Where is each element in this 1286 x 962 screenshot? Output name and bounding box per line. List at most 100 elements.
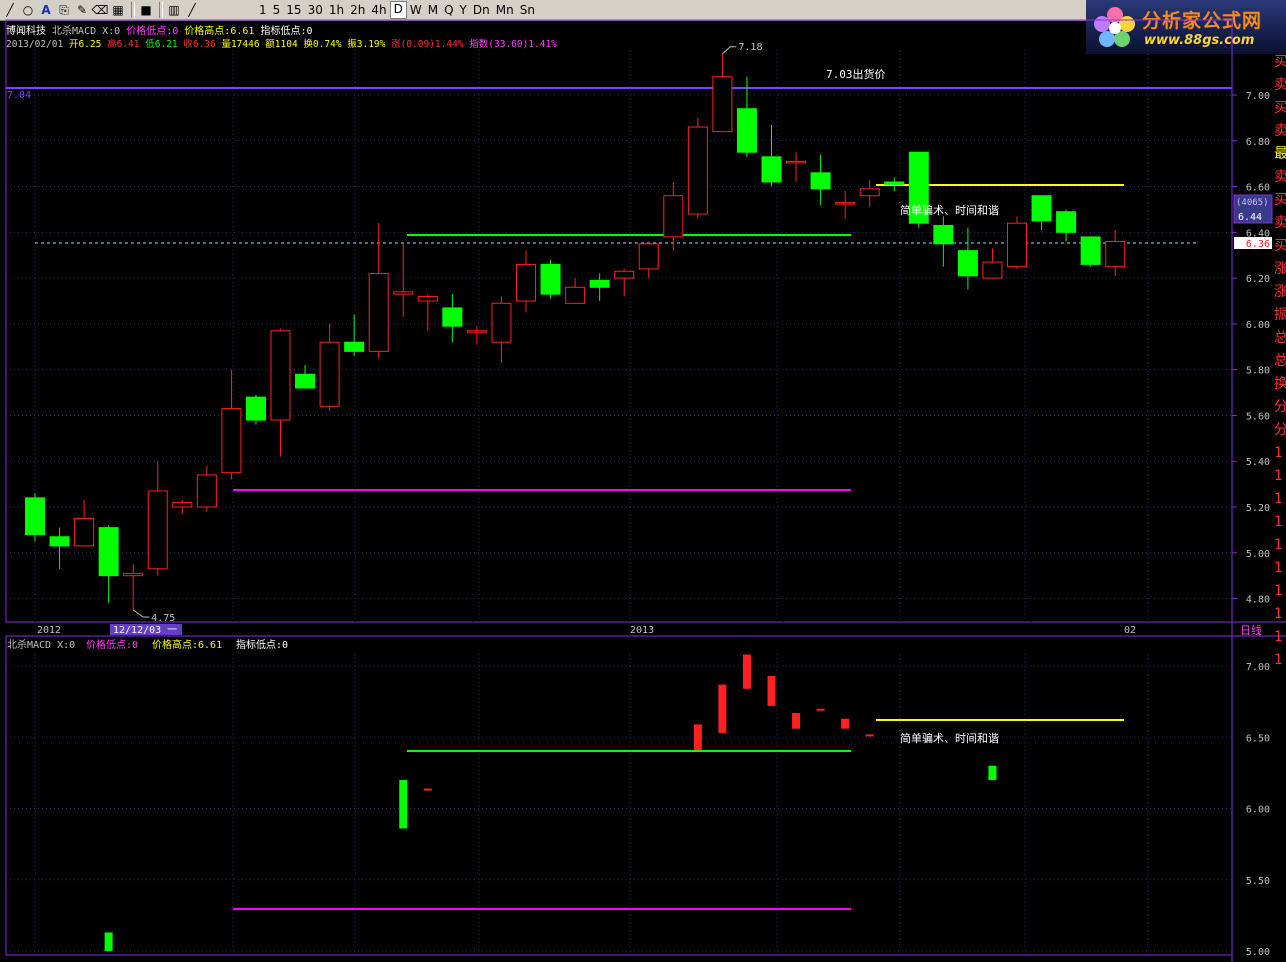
- price-axis-label: 6.20: [1246, 274, 1270, 285]
- candle-body: [884, 181, 905, 185]
- candle-body: [835, 202, 856, 205]
- candle-body: [221, 408, 242, 474]
- site-logo: 分析家公式网 www.88gs.com: [1086, 0, 1286, 54]
- side-panel-char: 1: [1274, 560, 1282, 576]
- candle-body: [25, 497, 45, 535]
- period-m[interactable]: M: [425, 2, 441, 18]
- sub-signal-bar: [767, 675, 776, 706]
- side-panel-char: 买: [1274, 192, 1286, 208]
- sub-signal-bar: [988, 765, 997, 780]
- candle-body: [1031, 195, 1052, 222]
- kline-icon[interactable]: ▥: [166, 2, 182, 18]
- period-2h[interactable]: 2h: [347, 2, 368, 18]
- circle-tool-icon[interactable]: ○: [20, 2, 36, 18]
- price-axis-label: 6.40: [1246, 228, 1270, 239]
- candle-body: [663, 195, 684, 238]
- candle-body: [712, 76, 733, 133]
- period-w[interactable]: W: [407, 2, 425, 18]
- high-marker-leader: [722, 46, 737, 55]
- pen-icon[interactable]: ✎: [74, 2, 90, 18]
- period-mn[interactable]: Mn: [493, 2, 517, 18]
- sub-signal-bar: [104, 932, 113, 951]
- save-icon[interactable]: ■: [138, 2, 154, 18]
- price-axis-label: 5.20: [1246, 503, 1270, 514]
- logo-title: 分析家公式网: [1142, 10, 1263, 32]
- candle-body: [786, 160, 807, 164]
- side-panel-char: 卖: [1274, 169, 1286, 185]
- candle-body: [540, 263, 561, 295]
- quote-open: 开6.25: [68, 39, 102, 50]
- period-30[interactable]: 30: [305, 2, 326, 18]
- quote-close: 收6.36: [183, 39, 216, 50]
- sub-axis-label: 7.00: [1246, 662, 1270, 673]
- volume-badge: (4065): [1236, 198, 1269, 208]
- candle-body: [270, 330, 291, 421]
- candle-body: [442, 307, 463, 327]
- candle-body: [172, 501, 193, 508]
- period-d[interactable]: D: [389, 1, 407, 19]
- period-sn[interactable]: Sn: [517, 2, 538, 18]
- sub-price-low: 价格低点:0: [86, 638, 138, 651]
- drawing-tools: ╱ ○ A ⎘ ✎ ⌫ ▦ ■ ▥ ╱: [2, 2, 202, 18]
- period-buttons: 1 5 15 30 1h 2h 4h D W M Q Y Dn Mn Sn: [256, 1, 538, 19]
- candle-body: [1056, 211, 1077, 233]
- sub-price-high: 价格高点:6.61: [152, 638, 222, 651]
- period-5[interactable]: 5: [270, 2, 284, 18]
- color-grid-icon[interactable]: ▦: [110, 2, 126, 18]
- candle-body: [589, 279, 610, 288]
- period-15[interactable]: 15: [283, 2, 304, 18]
- volume-badge-box: [1233, 194, 1273, 224]
- candle-body: [516, 263, 536, 302]
- candle-body: [368, 273, 389, 352]
- candle-body: [466, 330, 487, 333]
- sub-axis-label: 6.00: [1246, 805, 1270, 816]
- high-marker-label: 7.18: [738, 42, 762, 53]
- side-panel-char: 最: [1274, 146, 1286, 162]
- candle-body: [565, 286, 586, 304]
- side-panel-char: 买: [1274, 54, 1286, 70]
- candle-body: [417, 295, 438, 302]
- side-panel-char: 1: [1274, 629, 1282, 645]
- side-panel-char: 1: [1274, 537, 1282, 553]
- candle-body: [319, 341, 340, 407]
- price-axis-label: 6.00: [1246, 320, 1270, 331]
- candle-body: [859, 188, 880, 197]
- eraser-icon[interactable]: ⌫: [92, 2, 109, 18]
- period-label: 日线: [1240, 623, 1262, 637]
- cursor-icon[interactable]: ╱: [2, 2, 18, 18]
- line-chart-icon[interactable]: ╱: [184, 2, 200, 18]
- current-price-badge: 6.36: [1246, 239, 1270, 250]
- sub-axis-label: 6.50: [1246, 733, 1270, 744]
- price-axis-label: 4.80: [1246, 595, 1270, 606]
- period-y[interactable]: Y: [457, 2, 470, 18]
- main-frame: [5, 19, 1233, 623]
- candle-body: [908, 151, 929, 224]
- candle-body: [1080, 236, 1101, 265]
- candle-body: [957, 250, 978, 277]
- period-dn[interactable]: Dn: [470, 2, 493, 18]
- period-4h[interactable]: 4h: [368, 2, 389, 18]
- candle-body: [638, 243, 659, 270]
- quote-amount: 额1104: [265, 39, 298, 50]
- quote-date: 2013/02/01: [6, 39, 64, 50]
- price-axis-label: 6.80: [1246, 137, 1270, 148]
- candle-body: [614, 270, 635, 279]
- sub-signal-bar: [792, 713, 801, 729]
- copy-icon[interactable]: ⎘: [56, 2, 72, 18]
- text-tool-icon[interactable]: A: [38, 2, 54, 18]
- logo-url: www.88gs.com: [1144, 33, 1255, 48]
- time-label-cursor: 12/12/03 一: [113, 625, 177, 636]
- period-1[interactable]: 1: [256, 2, 270, 18]
- period-1h[interactable]: 1h: [326, 2, 347, 18]
- side-panel-char: 换: [1274, 375, 1286, 392]
- price-axis-label: 5.60: [1246, 411, 1270, 422]
- side-panel-char: 分: [1274, 422, 1286, 438]
- candle-body: [761, 156, 782, 183]
- sub-frame: [5, 635, 1233, 956]
- candle-body: [810, 172, 831, 190]
- period-q[interactable]: Q: [441, 2, 456, 18]
- candle-body: [982, 261, 1003, 279]
- main-annotation: 简单骗术、时间和谐: [900, 203, 999, 217]
- candle-body: [1105, 240, 1126, 268]
- sub-axis-label: 5.00: [1246, 947, 1270, 958]
